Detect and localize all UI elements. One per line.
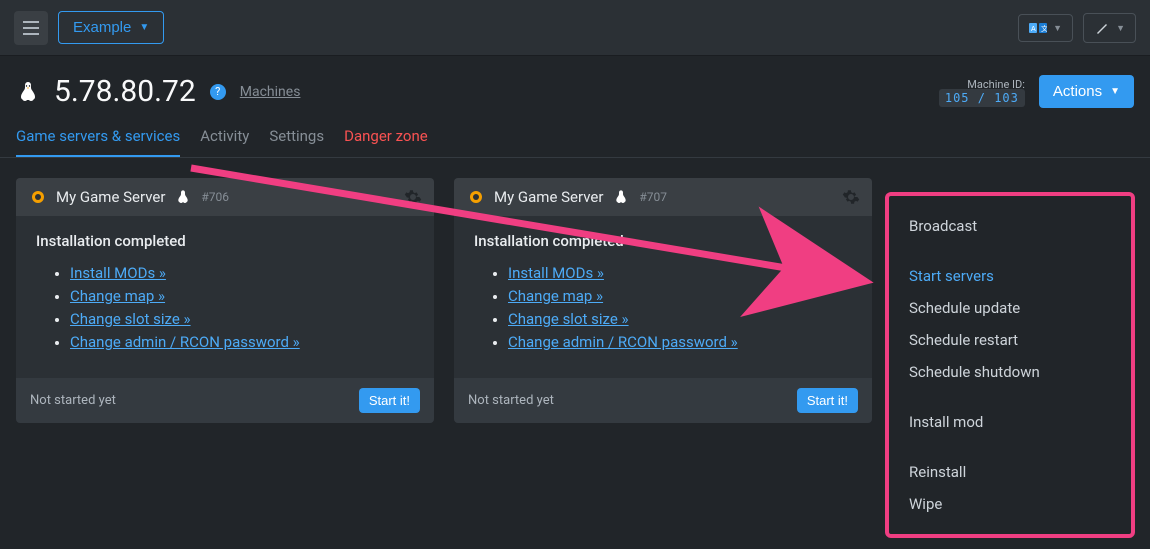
- server-settings-button[interactable]: [842, 188, 860, 210]
- hamburger-icon: [22, 21, 40, 35]
- translate-icon: A文: [1029, 21, 1047, 35]
- caret-down-icon: ▼: [1116, 23, 1125, 33]
- server-card-title: My Game Server: [494, 188, 603, 206]
- actions-dropdown: Broadcast Start servers Schedule update …: [885, 192, 1135, 538]
- server-card-header: My Game Server #706: [16, 178, 434, 216]
- menu-wipe[interactable]: Wipe: [889, 488, 1131, 520]
- install-mods-link[interactable]: Install MODs »: [70, 264, 166, 282]
- server-card-body: Installation completed Install MODs » Ch…: [16, 216, 434, 378]
- tab-danger-zone[interactable]: Danger zone: [344, 127, 428, 157]
- server-settings-button[interactable]: [404, 188, 422, 210]
- machine-id-block: Machine ID: 105 / 103: [939, 78, 1025, 105]
- server-card-id: #706: [201, 190, 229, 204]
- server-status-title: Installation completed: [474, 232, 852, 250]
- server-footer-status: Not started yet: [30, 393, 116, 408]
- language-button[interactable]: A文 ▼: [1018, 14, 1073, 42]
- breadcrumb-machines[interactable]: Machines: [240, 84, 301, 100]
- tools-button[interactable]: ▼: [1083, 13, 1136, 43]
- server-card-header: My Game Server #707: [454, 178, 872, 216]
- actions-button[interactable]: Actions ▼: [1039, 75, 1134, 108]
- server-footer-status: Not started yet: [468, 393, 554, 408]
- menu-install-mod[interactable]: Install mod: [889, 406, 1131, 438]
- menu-reinstall[interactable]: Reinstall: [889, 456, 1131, 488]
- svg-text:A: A: [1031, 26, 1036, 33]
- tab-game-servers[interactable]: Game servers & services: [16, 127, 180, 157]
- game-icon: [468, 189, 484, 205]
- linux-icon: [16, 80, 40, 104]
- change-rcon-link[interactable]: Change admin / RCON password »: [508, 333, 738, 351]
- magic-wand-icon: [1094, 20, 1110, 36]
- tab-activity[interactable]: Activity: [200, 127, 249, 157]
- change-slot-link[interactable]: Change slot size »: [70, 310, 191, 328]
- tabs: Game servers & services Activity Setting…: [0, 109, 1150, 158]
- topbar: Example ▼ A文 ▼ ▼: [0, 0, 1150, 56]
- linux-icon: [175, 189, 191, 205]
- change-map-link[interactable]: Change map »: [70, 287, 165, 305]
- gear-icon: [842, 188, 860, 206]
- server-card-id: #707: [639, 190, 667, 204]
- caret-down-icon: ▼: [1110, 86, 1120, 97]
- change-rcon-link[interactable]: Change admin / RCON password »: [70, 333, 300, 351]
- server-card: My Game Server #707 Installation complet…: [454, 178, 872, 423]
- start-server-button[interactable]: Start it!: [797, 388, 858, 413]
- caret-down-icon: ▼: [1053, 23, 1062, 33]
- server-card-footer: Not started yet Start it!: [16, 378, 434, 423]
- machine-ip: 5.78.80.72: [54, 74, 196, 109]
- menu-toggle-button[interactable]: [14, 11, 48, 45]
- server-card-footer: Not started yet Start it!: [454, 378, 872, 423]
- actions-button-label: Actions: [1053, 83, 1102, 100]
- change-map-link[interactable]: Change map »: [508, 287, 603, 305]
- install-mods-link[interactable]: Install MODs »: [508, 264, 604, 282]
- game-icon: [30, 189, 46, 205]
- caret-down-icon: ▼: [139, 22, 149, 33]
- project-selector-label: Example: [73, 19, 131, 36]
- menu-schedule-shutdown[interactable]: Schedule shutdown: [889, 356, 1131, 388]
- tab-settings[interactable]: Settings: [269, 127, 324, 157]
- help-icon[interactable]: ?: [210, 84, 226, 100]
- page-header: 5.78.80.72 ? Machines Machine ID: 105 / …: [0, 56, 1150, 109]
- change-slot-link[interactable]: Change slot size »: [508, 310, 629, 328]
- linux-icon: [613, 189, 629, 205]
- server-card-body: Installation completed Install MODs » Ch…: [454, 216, 872, 378]
- menu-broadcast[interactable]: Broadcast: [889, 210, 1131, 242]
- menu-start-servers[interactable]: Start servers: [889, 260, 1131, 292]
- machine-id-value: 105 / 103: [939, 89, 1025, 107]
- server-card: My Game Server #706 Installation complet…: [16, 178, 434, 423]
- gear-icon: [404, 188, 422, 206]
- svg-text:文: 文: [1041, 24, 1047, 33]
- server-status-title: Installation completed: [36, 232, 414, 250]
- project-selector-button[interactable]: Example ▼: [58, 11, 164, 44]
- start-server-button[interactable]: Start it!: [359, 388, 420, 413]
- menu-schedule-update[interactable]: Schedule update: [889, 292, 1131, 324]
- server-card-title: My Game Server: [56, 188, 165, 206]
- menu-schedule-restart[interactable]: Schedule restart: [889, 324, 1131, 356]
